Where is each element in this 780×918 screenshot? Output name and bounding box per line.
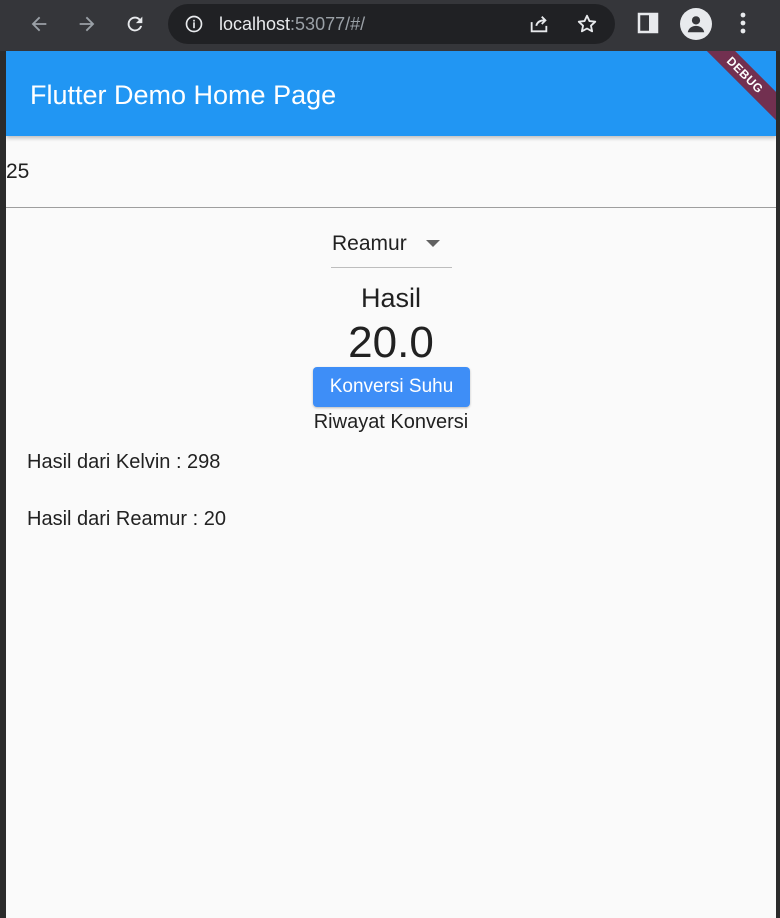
- profile-icon[interactable]: [680, 8, 712, 40]
- dropdown-caret-icon: [426, 240, 440, 247]
- url-host: localhost: [219, 14, 291, 34]
- side-panel-icon[interactable]: [636, 11, 660, 40]
- result-value: 20.0: [348, 318, 434, 367]
- history-item: Hasil dari Reamur : 20: [27, 508, 226, 530]
- app-bar: Flutter Demo Home Page DEBUG: [6, 51, 776, 136]
- reload-icon[interactable]: [118, 7, 152, 41]
- temperature-input[interactable]: 25: [6, 136, 776, 208]
- unit-dropdown[interactable]: Reamur: [331, 230, 452, 268]
- back-icon[interactable]: [22, 7, 56, 41]
- url-text[interactable]: localhost:53077/#/: [219, 14, 365, 34]
- temperature-input-value: 25: [6, 160, 30, 183]
- history-title: Riwayat Konversi: [313, 411, 469, 433]
- result-label: Hasil: [360, 283, 421, 313]
- share-icon[interactable]: [528, 13, 550, 35]
- star-icon[interactable]: [576, 13, 598, 35]
- browser-toolbar: localhost:53077/#/: [0, 0, 780, 51]
- url-path: :53077/#/: [290, 14, 366, 34]
- address-bar[interactable]: localhost:53077/#/: [168, 4, 615, 44]
- history-item: Hasil dari Kelvin : 298: [27, 451, 221, 473]
- convert-button[interactable]: Konversi Suhu: [313, 367, 470, 407]
- page-title: Flutter Demo Home Page: [30, 80, 337, 110]
- info-icon[interactable]: [184, 14, 204, 39]
- forward-icon[interactable]: [70, 7, 104, 41]
- menu-icon[interactable]: [738, 11, 748, 40]
- debug-banner: DEBUG: [691, 51, 776, 129]
- unit-dropdown-value: Reamur: [332, 232, 407, 255]
- background-window-edge-right: [776, 51, 780, 918]
- flutter-app: Flutter Demo Home Page DEBUG 25 Reamur H…: [6, 51, 776, 918]
